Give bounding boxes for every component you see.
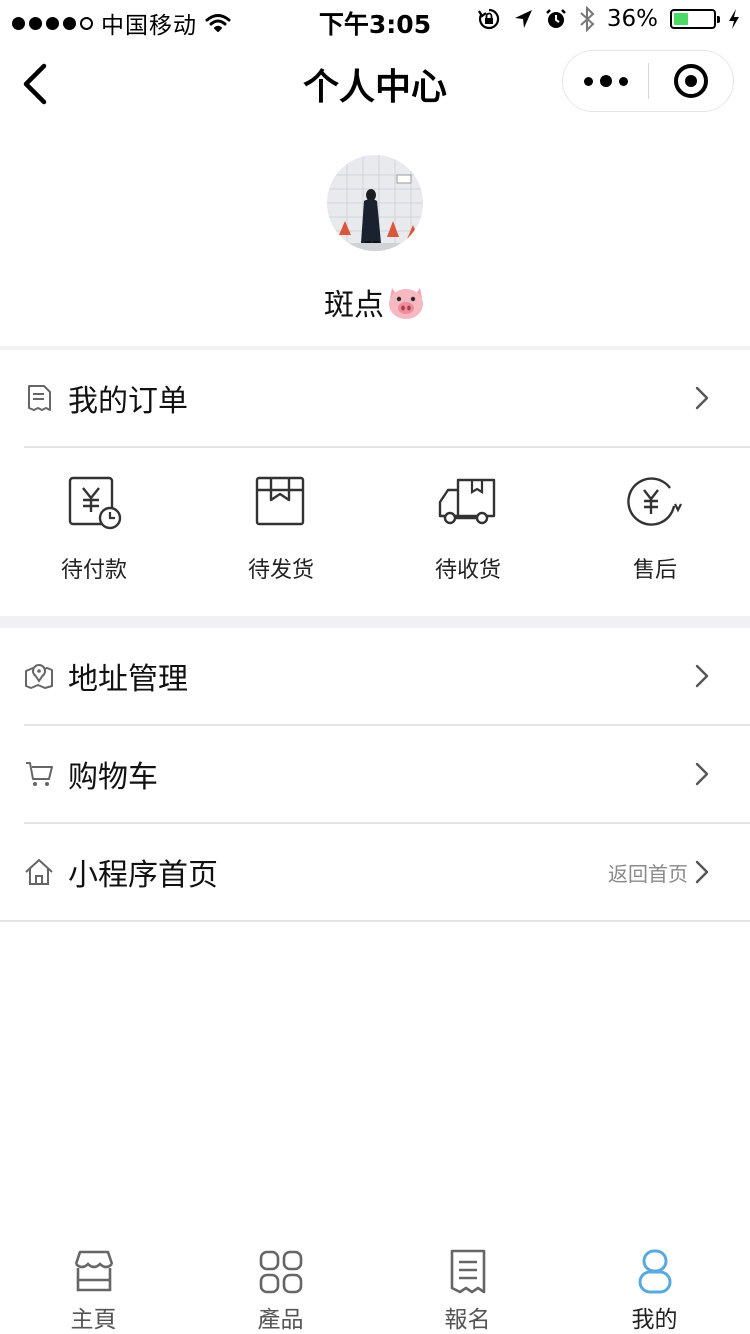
avatar[interactable] [327,155,423,251]
order-after-sales[interactable]: 售后 [561,448,749,616]
tab-register[interactable]: 報名 [374,1236,561,1334]
close-target-glyph [673,64,708,98]
chevron-right-icon [695,664,709,688]
menu-row-address-label: 地址管理 [68,662,188,697]
order-pending-shipment-label: 待发货 [247,558,314,583]
order-pending-receipt-label: 待收货 [434,558,501,583]
yen-clock-icon [68,476,122,530]
menu-row-home[interactable]: 小程序首页 返回首页 [0,824,750,920]
bluetooth-icon [580,6,595,32]
chevron-right-icon [695,860,709,884]
menu-row-address[interactable]: 地址管理 [0,628,750,724]
document-icon [450,1249,486,1294]
battery-icon [670,9,720,29]
pig-face-icon [389,288,423,319]
home-icon [25,859,53,885]
profile-header: 斑点 [0,128,750,346]
nav-bar: 个人中心 [0,40,750,128]
more-dots-icon[interactable] [563,51,648,111]
cart-icon [26,762,53,786]
location-icon [514,10,532,28]
my-orders-row[interactable]: 我的订单 [0,350,750,446]
menu-capsule [562,50,734,112]
back-to-home-hint: 返回首页 [608,861,688,886]
person-icon [638,1249,672,1294]
map-pin-icon [25,664,53,689]
status-right: 36% [477,6,740,32]
yen-refund-icon [627,477,682,526]
tab-products-label: 產品 [257,1307,304,1333]
order-pending-receipt[interactable]: 待收货 [374,448,562,616]
rotation-lock-icon [477,8,500,30]
tab-products[interactable]: 產品 [187,1236,374,1334]
user-nickname: 斑点 [0,280,750,324]
truck-icon [438,478,496,525]
page: 中国移动 下午3:05 36% 个人中心 斑点 我的订单 待付款 待发货 待收货… [0,0,750,1334]
menu-row-home-label: 小程序首页 [68,858,218,893]
chevron-right-icon [695,762,709,786]
tab-register-label: 報名 [444,1307,491,1333]
receipt-icon [28,385,51,411]
order-pending-payment-label: 待付款 [60,558,127,583]
order-pending-shipment[interactable]: 待发货 [187,448,375,616]
battery-percent: 36% [606,6,658,32]
menu-row-cart-label: 购物车 [68,760,158,795]
alarm-icon [545,9,566,28]
my-orders-label: 我的订单 [68,384,188,419]
order-pending-payment[interactable]: 待付款 [0,448,188,616]
order-status-grid: 待付款 待发货 待收货 售后 [0,448,750,616]
target-close-icon[interactable] [649,51,733,111]
chevron-right-icon [695,386,709,410]
tab-mine-label: 我的 [631,1307,678,1333]
grid-icon [259,1250,303,1294]
row-separator [0,920,750,922]
tab-home[interactable]: 主頁 [0,1236,187,1334]
tab-mine[interactable]: 我的 [561,1236,748,1334]
charging-icon [729,9,739,29]
status-bar: 中国移动 下午3:05 36% [0,0,750,40]
tab-home-label: 主頁 [70,1307,117,1333]
section-divider [0,616,750,628]
store-icon [74,1250,114,1292]
nickname-text: 斑点 [324,288,384,323]
menu-row-cart[interactable]: 购物车 [0,726,750,822]
tab-bar: 主頁 產品 報名 我的 [0,1236,750,1334]
package-icon [255,476,305,526]
order-after-sales-label: 售后 [632,558,677,583]
avatar-image [327,155,423,251]
